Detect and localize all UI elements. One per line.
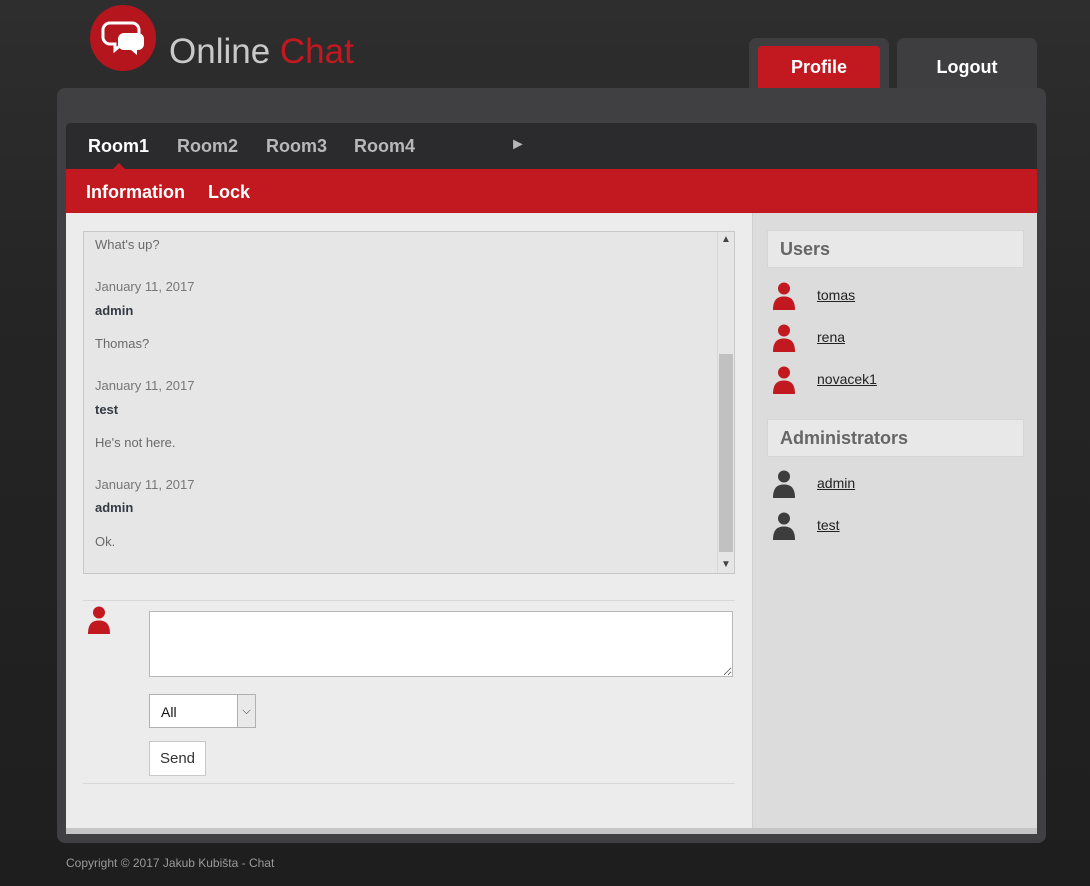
message-text: He's not here. [95,435,176,450]
message-date: January 11, 2017 [95,477,195,492]
user-name-link[interactable]: rena [817,329,845,345]
app-title: Online Chat [169,33,354,71]
tab-room3[interactable]: Room3 [266,135,327,157]
message-text: Thomas? [95,336,150,351]
frame-bottom-strip [66,828,1037,834]
sidebar: Users tomas rena novacek1 Administrators… [752,213,1037,828]
tab-room2[interactable]: Room2 [177,135,238,157]
scroll-up-arrow-icon[interactable]: ▲ [718,232,734,248]
message-date: January 11, 2017 [95,378,195,393]
room-tabs: Room1 Room2 Room3 Room4 ► [66,123,1037,169]
tab-room1[interactable]: Room1 [88,135,149,169]
send-button[interactable]: Send [149,741,206,776]
current-user-avatar-icon [86,605,112,640]
divider [83,783,735,784]
user-icon [773,366,795,394]
recipient-select-value: All [161,704,177,720]
next-rooms-arrow-icon[interactable]: ► [510,136,526,154]
admin-name-link[interactable]: test [817,517,840,533]
profile-button[interactable]: Profile [758,46,880,90]
app-title-chat: Chat [279,32,354,71]
tab-room4[interactable]: Room4 [354,135,415,157]
copyright-footer: Copyright © 2017 Jakub Kubišta - Chat [66,856,275,870]
chat-panel: What's up? January 11, 2017 admin Thomas… [66,213,753,828]
user-icon [773,282,795,310]
user-name-link[interactable]: tomas [817,287,855,303]
profile-tab-frame: Profile [749,38,889,90]
chevron-down-icon[interactable]: ⌵ [237,695,255,727]
logout-tab-frame: Logout [897,38,1037,90]
scroll-down-arrow-icon[interactable]: ▼ [718,557,734,573]
message-text: What's up? [95,237,160,252]
user-name-link[interactable]: novacek1 [817,371,877,387]
message-scrollbar[interactable]: ▲ ▼ [717,232,734,573]
message-author: test [95,402,119,417]
room-menu: Information Lock [66,169,1037,213]
scroll-thumb[interactable] [719,354,733,552]
app-title-online: Online [169,32,271,71]
chat-logo-icon [90,5,156,71]
admin-user-icon [773,512,795,540]
information-link[interactable]: Information [86,181,185,203]
administrators-heading: Administrators [767,419,1024,457]
user-icon [773,324,795,352]
message-text: Ok. [95,534,116,549]
admin-user-icon [773,470,795,498]
message-input[interactable] [149,611,733,677]
users-heading: Users [767,230,1024,268]
message-author: admin [95,500,134,515]
recipient-select[interactable]: All ⌵ [149,694,256,728]
lock-link[interactable]: Lock [208,181,250,203]
admin-name-link[interactable]: admin [817,475,855,491]
message-list[interactable]: What's up? January 11, 2017 admin Thomas… [83,231,735,574]
message-author: admin [95,303,134,318]
divider [83,600,735,601]
logout-button[interactable]: Logout [897,46,1037,90]
message-date: January 11, 2017 [95,279,195,294]
